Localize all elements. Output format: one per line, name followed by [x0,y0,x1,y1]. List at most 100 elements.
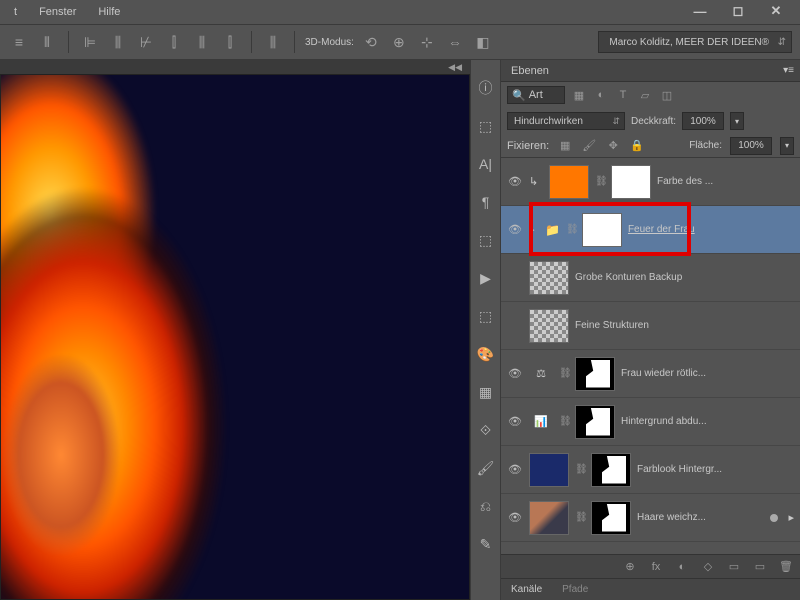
visibility-toggle[interactable]: 👁 [507,366,523,382]
lock-move-icon[interactable]: ✥ [605,138,621,154]
add-mask-icon[interactable]: ◐ [674,561,690,573]
layer-row[interactable]: 👁⛓Farblook Hintergr... [501,446,800,494]
fill-slider-arrow[interactable]: ▾ [780,137,794,155]
adjustment-icon[interactable]: ◇ [700,560,716,573]
layer-row[interactable]: 👁📊⛓Hintergrund abdu... [501,398,800,446]
3d-roll-icon[interactable]: ⊕ [388,31,410,53]
info-icon[interactable]: ⓘ [476,78,496,98]
navigator-icon[interactable]: ⟐ [476,420,496,440]
align-right-icon[interactable]: ⊬ [135,31,157,53]
distribute-icon[interactable]: ⫿ [219,31,241,53]
styles-icon[interactable]: ▦ [476,382,496,402]
filter-kind-select[interactable]: 🔍Art [507,86,565,104]
paragraph-icon[interactable]: ¶ [476,192,496,212]
layer-thumb[interactable] [529,261,569,295]
history-icon[interactable]: ⎌ [476,496,496,516]
3d-camera-icon[interactable]: ◧ [472,31,494,53]
3d-slide-icon[interactable]: ⇔ [444,31,466,53]
filter-shape-icon[interactable]: ▱ [637,87,653,103]
layer-name[interactable]: Haare weichz... [637,512,764,523]
visibility-toggle[interactable] [507,270,523,286]
minimize-button[interactable]: — [686,2,714,20]
visibility-toggle[interactable]: 👁 [507,510,523,526]
distribute-icon[interactable]: ⫼ [191,31,213,53]
layer-thumb[interactable] [529,501,569,535]
fill-input[interactable]: 100% [730,137,772,155]
visibility-toggle[interactable]: 👁 [507,414,523,430]
distribute-h-icon[interactable]: ⫼ [262,31,284,53]
layer-name[interactable]: Farblook Hintergr... [637,464,794,475]
layer-row[interactable]: Feine Strukturen [501,302,800,350]
menu-fenster[interactable]: Fenster [29,2,86,22]
layer-name[interactable]: Feine Strukturen [575,320,794,331]
align-left-icon[interactable]: ⊫ [79,31,101,53]
layer-row[interactable]: Grobe Konturen Backup [501,254,800,302]
new-group-icon[interactable]: ▭ [726,560,742,573]
visibility-toggle[interactable] [507,318,523,334]
align-center-icon[interactable]: ⫼ [107,31,129,53]
maximize-button[interactable]: ◻ [724,2,752,20]
mask-thumb[interactable] [611,165,651,199]
panel-icon[interactable]: ⬚ [476,306,496,326]
layer-name[interactable]: Frau wieder rötlic... [621,368,794,379]
visibility-toggle[interactable]: 👁 [507,462,523,478]
tab-pfade[interactable]: Pfade [552,579,598,600]
lock-paint-icon[interactable]: 🖌 [581,138,597,154]
panel-menu-icon[interactable]: ▾≡ [783,65,794,76]
3d-pan-icon[interactable]: ⊹ [416,31,438,53]
layer-name[interactable]: Farbe des ... [657,176,794,187]
panel-icon[interactable]: ⬚ [476,230,496,250]
layer-name[interactable]: Grobe Konturen Backup [575,272,794,283]
layer-row[interactable]: 👁⛓Haare weichz...▸ [501,494,800,542]
fx-icon[interactable]: fx [648,561,664,573]
canvas[interactable] [0,74,470,600]
lock-pixels-icon[interactable]: ▦ [557,138,573,154]
close-button[interactable]: ✕ [762,2,790,20]
align-icon[interactable]: ⫴ [36,31,58,53]
layer-row[interactable]: 👁▸📁⛓Feuer der Frau [501,206,800,254]
group-expand-icon[interactable]: ▸ [529,223,539,236]
layer-thumb[interactable] [549,165,589,199]
delete-layer-icon[interactable]: 🗑 [778,560,794,573]
blend-mode-select[interactable]: Hindurchwirken [507,112,625,130]
mask-thumb[interactable] [591,453,631,487]
swatches-icon[interactable]: 🎨 [476,344,496,364]
layer-name[interactable]: Feuer der Frau [628,224,794,235]
visibility-toggle[interactable]: 👁 [507,222,523,238]
filter-adjust-icon[interactable]: ◐ [593,87,609,103]
opacity-slider-arrow[interactable]: ▾ [730,112,744,130]
fx-indicator-icon[interactable] [770,514,778,522]
mask-thumb[interactable] [575,405,615,439]
panel-icon[interactable]: ⬚ [476,116,496,136]
distribute-icon[interactable]: ⫿ [163,31,185,53]
new-layer-icon[interactable]: ▭ [752,560,768,573]
layer-row[interactable]: 👁↳⛓Farbe des ... [501,158,800,206]
layer-name[interactable]: Hintergrund abdu... [621,416,794,427]
workspace-select[interactable]: Marco Kolditz, MEER DER IDEEN® [598,31,792,53]
3d-orbit-icon[interactable]: ⟲ [360,31,382,53]
filter-pixel-icon[interactable]: ▦ [571,87,587,103]
mask-thumb[interactable] [582,213,622,247]
filter-type-icon[interactable]: T [615,87,631,103]
actions-icon[interactable]: ▶ [476,268,496,288]
filter-smart-icon[interactable]: ◫ [659,87,675,103]
layer-thumb[interactable] [529,309,569,343]
tool-presets-icon[interactable]: ✎ [476,534,496,554]
collapse-icon[interactable]: ◀◀ [448,62,462,73]
brushes-icon[interactable]: 🖌 [476,458,496,478]
menu-hilfe[interactable]: Hilfe [88,2,130,22]
align-icon[interactable]: ≡ [8,31,30,53]
layer-thumb[interactable] [529,453,569,487]
opacity-input[interactable]: 100% [682,112,724,130]
panel-tab-ebenen[interactable]: Ebenen ▾≡ [501,60,800,82]
fx-expand-icon[interactable]: ▸ [788,511,794,524]
mask-thumb[interactable] [575,357,615,391]
link-layers-icon[interactable]: ⊕ [622,560,638,573]
menu-item[interactable]: t [4,2,27,22]
tab-kanaele[interactable]: Kanäle [501,579,552,600]
layer-row[interactable]: 👁⚖⛓Frau wieder rötlic... [501,350,800,398]
character-icon[interactable]: A| [476,154,496,174]
visibility-toggle[interactable]: 👁 [507,174,523,190]
mask-thumb[interactable] [591,501,631,535]
lock-all-icon[interactable]: 🔒 [629,138,645,154]
